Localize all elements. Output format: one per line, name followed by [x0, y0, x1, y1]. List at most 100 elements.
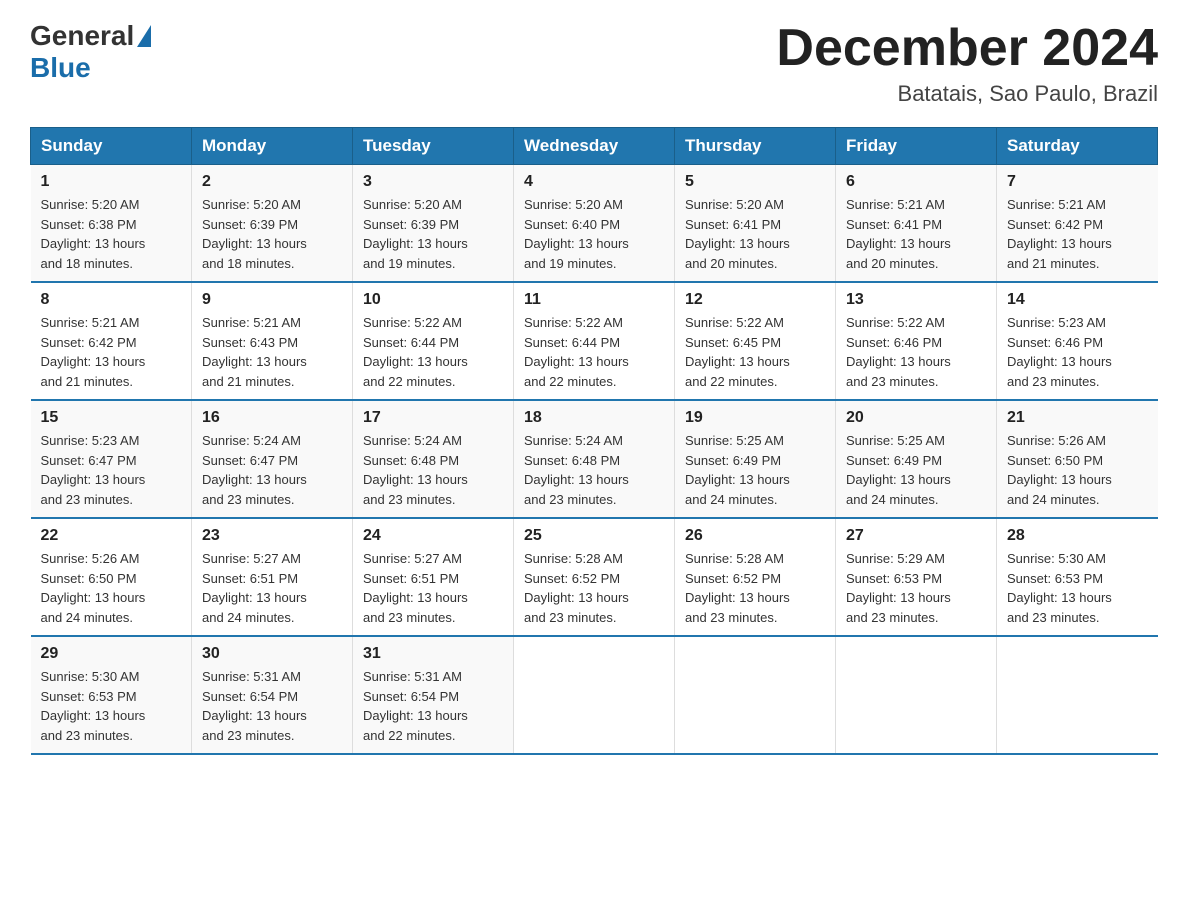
- calendar-week-row: 29 Sunrise: 5:30 AM Sunset: 6:53 PM Dayl…: [31, 636, 1158, 754]
- day-info: Sunrise: 5:23 AM Sunset: 6:47 PM Dayligh…: [41, 431, 182, 509]
- day-info: Sunrise: 5:28 AM Sunset: 6:52 PM Dayligh…: [524, 549, 664, 627]
- day-info: Sunrise: 5:21 AM Sunset: 6:42 PM Dayligh…: [1007, 195, 1148, 273]
- day-number: 8: [41, 291, 182, 309]
- day-info: Sunrise: 5:22 AM Sunset: 6:46 PM Dayligh…: [846, 313, 986, 391]
- calendar-cell: 30 Sunrise: 5:31 AM Sunset: 6:54 PM Dayl…: [192, 636, 353, 754]
- page-title: December 2024: [776, 20, 1158, 77]
- day-info: Sunrise: 5:26 AM Sunset: 6:50 PM Dayligh…: [1007, 431, 1148, 509]
- calendar-cell: 6 Sunrise: 5:21 AM Sunset: 6:41 PM Dayli…: [836, 165, 997, 283]
- day-number: 5: [685, 173, 825, 191]
- calendar-cell: 23 Sunrise: 5:27 AM Sunset: 6:51 PM Dayl…: [192, 518, 353, 636]
- day-info: Sunrise: 5:30 AM Sunset: 6:53 PM Dayligh…: [1007, 549, 1148, 627]
- day-number: 30: [202, 645, 342, 663]
- header-sunday: Sunday: [31, 128, 192, 165]
- calendar-table: Sunday Monday Tuesday Wednesday Thursday…: [30, 127, 1158, 755]
- day-number: 14: [1007, 291, 1148, 309]
- calendar-cell: 28 Sunrise: 5:30 AM Sunset: 6:53 PM Dayl…: [997, 518, 1158, 636]
- day-info: Sunrise: 5:23 AM Sunset: 6:46 PM Dayligh…: [1007, 313, 1148, 391]
- day-number: 26: [685, 527, 825, 545]
- calendar-cell: 20 Sunrise: 5:25 AM Sunset: 6:49 PM Dayl…: [836, 400, 997, 518]
- day-info: Sunrise: 5:24 AM Sunset: 6:48 PM Dayligh…: [363, 431, 503, 509]
- calendar-cell: 24 Sunrise: 5:27 AM Sunset: 6:51 PM Dayl…: [353, 518, 514, 636]
- calendar-header: Sunday Monday Tuesday Wednesday Thursday…: [31, 128, 1158, 165]
- header-friday: Friday: [836, 128, 997, 165]
- day-info: Sunrise: 5:27 AM Sunset: 6:51 PM Dayligh…: [202, 549, 342, 627]
- calendar-cell: 10 Sunrise: 5:22 AM Sunset: 6:44 PM Dayl…: [353, 282, 514, 400]
- logo-blue: Blue: [30, 52, 91, 83]
- calendar-cell: 17 Sunrise: 5:24 AM Sunset: 6:48 PM Dayl…: [353, 400, 514, 518]
- day-number: 31: [363, 645, 503, 663]
- day-number: 3: [363, 173, 503, 191]
- day-info: Sunrise: 5:31 AM Sunset: 6:54 PM Dayligh…: [202, 667, 342, 745]
- day-number: 7: [1007, 173, 1148, 191]
- calendar-cell: 2 Sunrise: 5:20 AM Sunset: 6:39 PM Dayli…: [192, 165, 353, 283]
- calendar-cell: 31 Sunrise: 5:31 AM Sunset: 6:54 PM Dayl…: [353, 636, 514, 754]
- day-info: Sunrise: 5:20 AM Sunset: 6:38 PM Dayligh…: [41, 195, 182, 273]
- calendar-cell: 8 Sunrise: 5:21 AM Sunset: 6:42 PM Dayli…: [31, 282, 192, 400]
- calendar-week-row: 15 Sunrise: 5:23 AM Sunset: 6:47 PM Dayl…: [31, 400, 1158, 518]
- day-number: 17: [363, 409, 503, 427]
- day-number: 29: [41, 645, 182, 663]
- calendar-cell: 7 Sunrise: 5:21 AM Sunset: 6:42 PM Dayli…: [997, 165, 1158, 283]
- day-info: Sunrise: 5:20 AM Sunset: 6:40 PM Dayligh…: [524, 195, 664, 273]
- calendar-cell: 11 Sunrise: 5:22 AM Sunset: 6:44 PM Dayl…: [514, 282, 675, 400]
- header-tuesday: Tuesday: [353, 128, 514, 165]
- header-monday: Monday: [192, 128, 353, 165]
- calendar-cell: 14 Sunrise: 5:23 AM Sunset: 6:46 PM Dayl…: [997, 282, 1158, 400]
- day-number: 16: [202, 409, 342, 427]
- calendar-cell: 18 Sunrise: 5:24 AM Sunset: 6:48 PM Dayl…: [514, 400, 675, 518]
- calendar-cell: [514, 636, 675, 754]
- day-number: 28: [1007, 527, 1148, 545]
- day-number: 9: [202, 291, 342, 309]
- day-info: Sunrise: 5:30 AM Sunset: 6:53 PM Dayligh…: [41, 667, 182, 745]
- day-info: Sunrise: 5:22 AM Sunset: 6:44 PM Dayligh…: [524, 313, 664, 391]
- calendar-cell: 19 Sunrise: 5:25 AM Sunset: 6:49 PM Dayl…: [675, 400, 836, 518]
- logo-general: General: [30, 20, 134, 52]
- day-info: Sunrise: 5:20 AM Sunset: 6:41 PM Dayligh…: [685, 195, 825, 273]
- page-subtitle: Batatais, Sao Paulo, Brazil: [776, 81, 1158, 107]
- calendar-week-row: 1 Sunrise: 5:20 AM Sunset: 6:38 PM Dayli…: [31, 165, 1158, 283]
- day-info: Sunrise: 5:21 AM Sunset: 6:42 PM Dayligh…: [41, 313, 182, 391]
- calendar-cell: 1 Sunrise: 5:20 AM Sunset: 6:38 PM Dayli…: [31, 165, 192, 283]
- day-info: Sunrise: 5:28 AM Sunset: 6:52 PM Dayligh…: [685, 549, 825, 627]
- calendar-cell: 21 Sunrise: 5:26 AM Sunset: 6:50 PM Dayl…: [997, 400, 1158, 518]
- title-block: December 2024 Batatais, Sao Paulo, Brazi…: [776, 20, 1158, 107]
- calendar-week-row: 22 Sunrise: 5:26 AM Sunset: 6:50 PM Dayl…: [31, 518, 1158, 636]
- day-info: Sunrise: 5:24 AM Sunset: 6:48 PM Dayligh…: [524, 431, 664, 509]
- day-info: Sunrise: 5:26 AM Sunset: 6:50 PM Dayligh…: [41, 549, 182, 627]
- day-info: Sunrise: 5:27 AM Sunset: 6:51 PM Dayligh…: [363, 549, 503, 627]
- header-wednesday: Wednesday: [514, 128, 675, 165]
- day-info: Sunrise: 5:25 AM Sunset: 6:49 PM Dayligh…: [846, 431, 986, 509]
- day-info: Sunrise: 5:22 AM Sunset: 6:45 PM Dayligh…: [685, 313, 825, 391]
- logo-triangle-icon: [137, 25, 151, 47]
- day-number: 21: [1007, 409, 1148, 427]
- page-header: General Blue December 2024 Batatais, Sao…: [30, 20, 1158, 107]
- day-number: 2: [202, 173, 342, 191]
- day-info: Sunrise: 5:21 AM Sunset: 6:43 PM Dayligh…: [202, 313, 342, 391]
- day-number: 4: [524, 173, 664, 191]
- day-number: 18: [524, 409, 664, 427]
- day-info: Sunrise: 5:29 AM Sunset: 6:53 PM Dayligh…: [846, 549, 986, 627]
- day-info: Sunrise: 5:21 AM Sunset: 6:41 PM Dayligh…: [846, 195, 986, 273]
- calendar-body: 1 Sunrise: 5:20 AM Sunset: 6:38 PM Dayli…: [31, 165, 1158, 755]
- day-info: Sunrise: 5:25 AM Sunset: 6:49 PM Dayligh…: [685, 431, 825, 509]
- day-info: Sunrise: 5:20 AM Sunset: 6:39 PM Dayligh…: [363, 195, 503, 273]
- day-number: 11: [524, 291, 664, 309]
- calendar-cell: [675, 636, 836, 754]
- day-number: 25: [524, 527, 664, 545]
- day-number: 24: [363, 527, 503, 545]
- calendar-cell: 15 Sunrise: 5:23 AM Sunset: 6:47 PM Dayl…: [31, 400, 192, 518]
- day-number: 23: [202, 527, 342, 545]
- day-info: Sunrise: 5:31 AM Sunset: 6:54 PM Dayligh…: [363, 667, 503, 745]
- calendar-cell: 5 Sunrise: 5:20 AM Sunset: 6:41 PM Dayli…: [675, 165, 836, 283]
- calendar-cell: 16 Sunrise: 5:24 AM Sunset: 6:47 PM Dayl…: [192, 400, 353, 518]
- calendar-cell: [836, 636, 997, 754]
- calendar-cell: 13 Sunrise: 5:22 AM Sunset: 6:46 PM Dayl…: [836, 282, 997, 400]
- day-number: 22: [41, 527, 182, 545]
- calendar-cell: 3 Sunrise: 5:20 AM Sunset: 6:39 PM Dayli…: [353, 165, 514, 283]
- calendar-cell: 12 Sunrise: 5:22 AM Sunset: 6:45 PM Dayl…: [675, 282, 836, 400]
- day-number: 6: [846, 173, 986, 191]
- calendar-cell: [997, 636, 1158, 754]
- day-info: Sunrise: 5:20 AM Sunset: 6:39 PM Dayligh…: [202, 195, 342, 273]
- calendar-cell: 25 Sunrise: 5:28 AM Sunset: 6:52 PM Dayl…: [514, 518, 675, 636]
